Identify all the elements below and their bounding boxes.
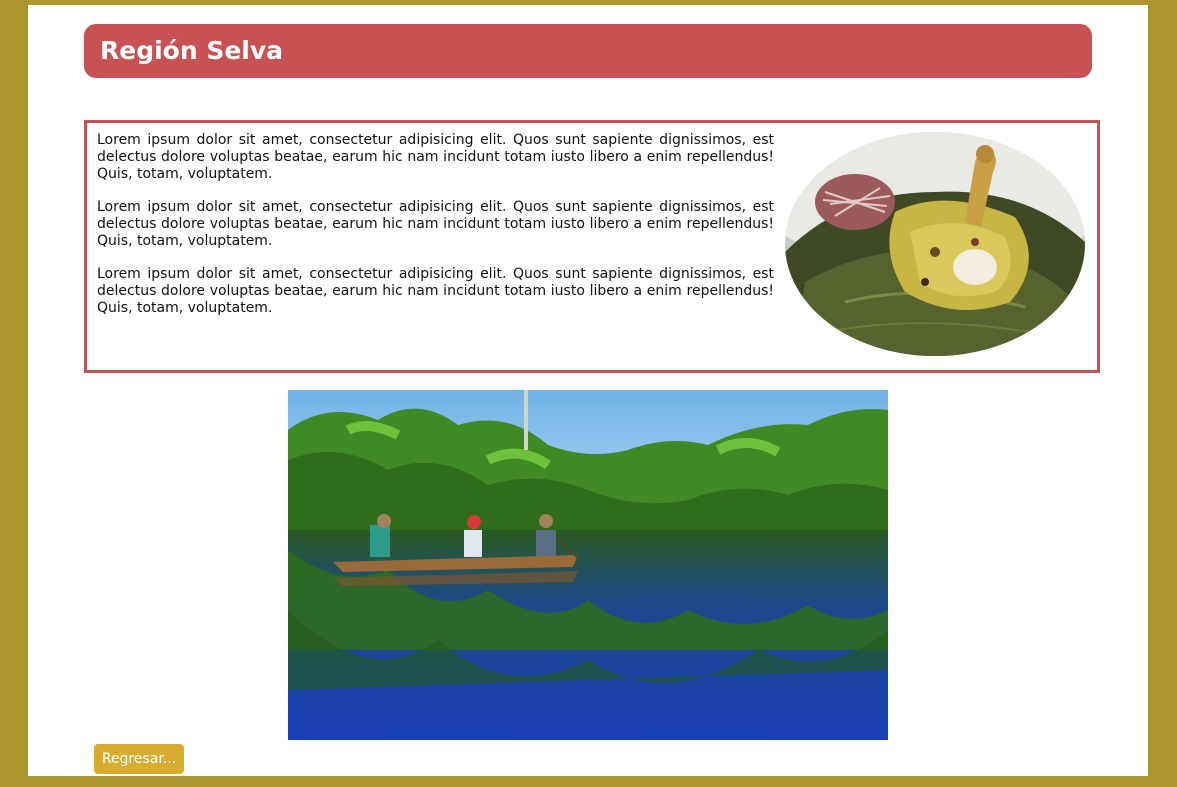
paragraph: Lorem ipsum dolor sit amet, consectetur … [97,266,774,316]
paragraph: Lorem ipsum dolor sit amet, consectetur … [97,199,774,249]
page-title: Región Selva [100,36,284,65]
page-container: Región Selva Lorem ipsum dolor sit amet,… [28,5,1148,776]
back-button[interactable]: Regresar... [94,744,184,774]
river-illustration [288,390,888,740]
food-illustration [785,132,1085,356]
food-image [785,132,1085,356]
river-canoe-image [288,390,888,740]
paragraph: Lorem ipsum dolor sit amet, consectetur … [97,132,774,182]
text-column: Lorem ipsum dolor sit amet, consectetur … [97,132,774,333]
title-bar: Región Selva [84,24,1092,78]
content-box: Lorem ipsum dolor sit amet, consectetur … [84,120,1100,373]
